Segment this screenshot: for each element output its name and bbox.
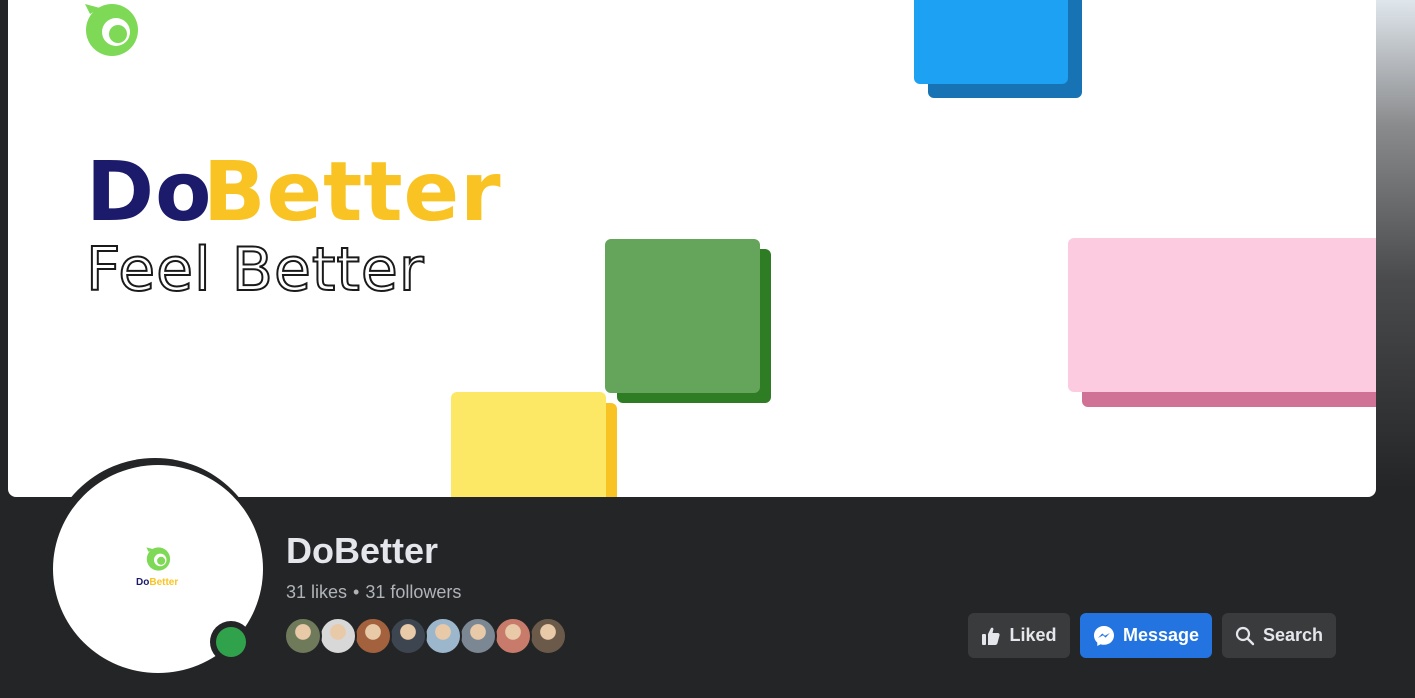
friend-avatar-5[interactable] xyxy=(424,617,462,655)
online-status-indicator xyxy=(216,627,246,657)
friend-avatar-8[interactable] xyxy=(529,617,567,655)
brand-better-text: Better xyxy=(203,145,502,240)
search-button[interactable]: Search xyxy=(1222,613,1336,658)
liked-button-label: Liked xyxy=(1009,625,1057,645)
speech-bubble-logo-icon xyxy=(146,547,171,571)
pink-block xyxy=(1068,238,1376,392)
cover-photo[interactable]: Do Better Feel Better xyxy=(8,0,1376,497)
friends-avatar-list xyxy=(284,617,584,657)
thumbs-up-icon xyxy=(982,627,1001,645)
yellow-block xyxy=(451,392,606,497)
friend-avatar-3[interactable] xyxy=(354,617,392,655)
green-block xyxy=(605,239,760,393)
followers-count[interactable]: 31 followers xyxy=(365,582,461,602)
message-button[interactable]: Message xyxy=(1080,613,1212,658)
friend-avatar-1[interactable] xyxy=(284,617,322,655)
blue-block xyxy=(914,0,1068,84)
likes-count[interactable]: 31 likes xyxy=(286,582,347,602)
friend-avatar-2[interactable] xyxy=(319,617,357,655)
page-stats: 31 likes • 31 followers xyxy=(286,582,461,603)
page-title[interactable]: DoBetter xyxy=(286,530,438,572)
avatar-brand-text: DoBetter xyxy=(136,577,179,588)
search-button-label: Search xyxy=(1262,625,1324,645)
friend-avatar-4[interactable] xyxy=(389,617,427,655)
cover-tagline: Feel Better xyxy=(85,235,425,305)
brand-do-text: Do xyxy=(86,145,213,240)
speech-bubble-logo-icon xyxy=(85,4,138,56)
friend-avatar-6[interactable] xyxy=(459,617,497,655)
friend-avatar-7[interactable] xyxy=(494,617,532,655)
stats-separator: • xyxy=(353,582,360,602)
search-icon xyxy=(1235,626,1255,645)
messenger-icon xyxy=(1093,625,1114,646)
liked-button[interactable]: Liked xyxy=(968,613,1070,658)
message-button-label: Message xyxy=(1122,625,1200,645)
